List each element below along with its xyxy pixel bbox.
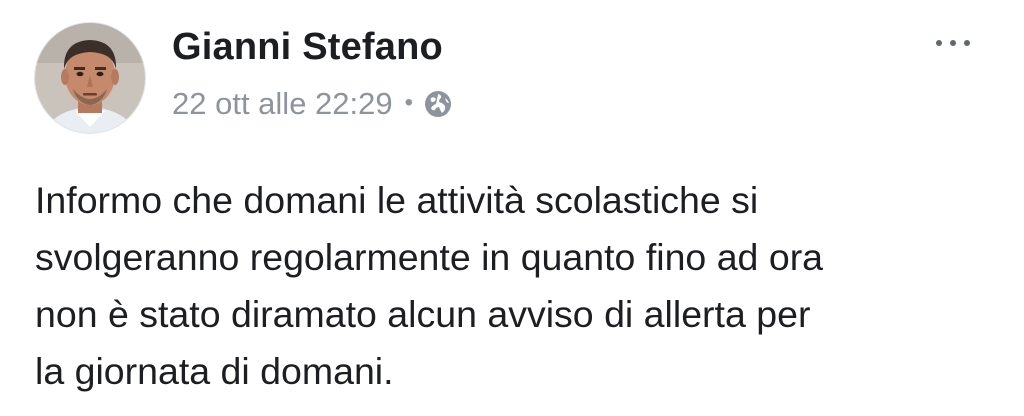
meta-separator: • [404, 89, 414, 116]
post-meta: 22 ott alle 22:29 • [172, 86, 453, 122]
post-message-line: non è stato diramato alcun avviso di all… [35, 293, 811, 335]
post-timestamp[interactable]: 22 ott alle 22:29 [172, 86, 393, 122]
post-message-line: la giornata di domani. [35, 350, 394, 392]
post-author-name[interactable]: Gianni Stefano [172, 26, 443, 69]
post-message-line: svolgeranno regolarmente in quanto fino … [35, 236, 824, 278]
globe-icon[interactable] [423, 89, 453, 119]
facebook-post: Gianni Stefano 22 ott alle 22:29 • Infor… [0, 0, 1024, 416]
more-options-button[interactable] [932, 34, 974, 52]
more-options-icon [936, 40, 942, 46]
avatar[interactable] [35, 23, 145, 133]
post-message: Informo che domani le attività scolastic… [35, 172, 1005, 400]
post-message-line: Informo che domani le attività scolastic… [35, 179, 759, 221]
avatar-image [35, 23, 145, 133]
